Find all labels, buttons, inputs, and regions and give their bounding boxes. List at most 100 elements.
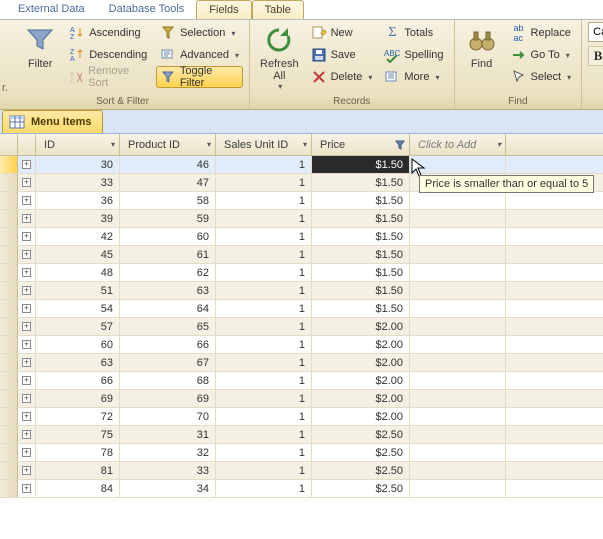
table-row[interactable]: +54641$1.50 — [0, 300, 603, 318]
cell-sales-unit[interactable]: 1 — [216, 462, 312, 479]
cell-product-id[interactable]: 62 — [120, 264, 216, 281]
expand-toggle[interactable]: + — [18, 300, 36, 317]
remove-sort[interactable]: AZ Remove Sort — [65, 66, 152, 88]
save-record[interactable]: Save — [307, 44, 377, 66]
cell-product-id[interactable]: 67 — [120, 354, 216, 371]
replace[interactable]: abacReplace — [507, 22, 576, 44]
cell-id[interactable]: 75 — [36, 426, 120, 443]
cell-price[interactable]: $1.50 — [312, 192, 410, 209]
cell-price[interactable]: $1.50 — [312, 174, 410, 191]
row-selector[interactable] — [0, 408, 18, 425]
expand-toggle[interactable]: + — [18, 390, 36, 407]
row-selector[interactable] — [0, 390, 18, 407]
sort-ascending[interactable]: AZ Ascending — [65, 22, 152, 44]
cell-id[interactable]: 78 — [36, 444, 120, 461]
expand-toggle[interactable]: + — [18, 462, 36, 479]
row-selector[interactable] — [0, 282, 18, 299]
cell-id[interactable]: 36 — [36, 192, 120, 209]
expand-toggle[interactable]: + — [18, 372, 36, 389]
expand-toggle[interactable]: + — [18, 318, 36, 335]
cell-id[interactable]: 30 — [36, 156, 120, 173]
cell-id[interactable]: 72 — [36, 408, 120, 425]
row-selector[interactable] — [0, 354, 18, 371]
toggle-filter[interactable]: Toggle Filter — [156, 66, 243, 88]
table-row[interactable]: +57651$2.00 — [0, 318, 603, 336]
table-row[interactable]: +84341$2.50 — [0, 480, 603, 498]
row-selector[interactable] — [0, 228, 18, 245]
cell-price[interactable]: $2.00 — [312, 318, 410, 335]
col-id[interactable]: ID▾ — [36, 134, 120, 155]
table-row[interactable]: +78321$2.50 — [0, 444, 603, 462]
cell-price[interactable]: $2.50 — [312, 480, 410, 497]
table-row[interactable]: +48621$1.50 — [0, 264, 603, 282]
col-product-id[interactable]: Product ID▾ — [120, 134, 216, 155]
cell-product-id[interactable]: 58 — [120, 192, 216, 209]
expand-toggle[interactable]: + — [18, 408, 36, 425]
cell-add[interactable] — [410, 300, 506, 317]
cell-sales-unit[interactable]: 1 — [216, 282, 312, 299]
cell-add[interactable] — [410, 210, 506, 227]
cell-product-id[interactable]: 68 — [120, 372, 216, 389]
expand-toggle[interactable]: + — [18, 282, 36, 299]
cell-add[interactable] — [410, 372, 506, 389]
cell-id[interactable]: 69 — [36, 390, 120, 407]
selection-button[interactable]: Selection▾ — [156, 22, 243, 44]
cell-add[interactable] — [410, 390, 506, 407]
bold-button[interactable]: B — [588, 46, 603, 66]
expand-toggle[interactable]: + — [18, 246, 36, 263]
cell-add[interactable] — [410, 408, 506, 425]
cell-id[interactable]: 66 — [36, 372, 120, 389]
cell-price[interactable]: $2.00 — [312, 336, 410, 353]
row-selector[interactable] — [0, 300, 18, 317]
cell-price[interactable]: $2.00 — [312, 390, 410, 407]
table-row[interactable]: +42601$1.50 — [0, 228, 603, 246]
table-row[interactable]: +81331$2.50 — [0, 462, 603, 480]
cell-product-id[interactable]: 66 — [120, 336, 216, 353]
cell-product-id[interactable]: 60 — [120, 228, 216, 245]
table-row[interactable]: +36581$1.50 — [0, 192, 603, 210]
cell-product-id[interactable]: 63 — [120, 282, 216, 299]
cell-id[interactable]: 63 — [36, 354, 120, 371]
chevron-down-icon[interactable]: ▾ — [497, 140, 501, 149]
col-sales-unit[interactable]: Sales Unit ID▾ — [216, 134, 312, 155]
cell-sales-unit[interactable]: 1 — [216, 390, 312, 407]
new-record[interactable]: New — [307, 22, 377, 44]
cell-add[interactable] — [410, 336, 506, 353]
cell-product-id[interactable]: 61 — [120, 246, 216, 263]
expand-toggle[interactable]: + — [18, 426, 36, 443]
row-selector[interactable] — [0, 444, 18, 461]
cell-id[interactable]: 39 — [36, 210, 120, 227]
cell-sales-unit[interactable]: 1 — [216, 372, 312, 389]
cell-price[interactable]: $2.00 — [312, 408, 410, 425]
table-row[interactable]: +72701$2.00 — [0, 408, 603, 426]
table-row[interactable]: +39591$1.50 — [0, 210, 603, 228]
totals[interactable]: ΣTotals — [380, 22, 447, 44]
row-selector[interactable] — [0, 174, 18, 191]
cell-price[interactable]: $1.50 — [312, 228, 410, 245]
cell-id[interactable]: 81 — [36, 462, 120, 479]
select-all-corner[interactable] — [0, 134, 18, 155]
cell-price[interactable]: $2.50 — [312, 426, 410, 443]
table-row[interactable]: +75311$2.50 — [0, 426, 603, 444]
more[interactable]: More▾ — [380, 66, 447, 88]
delete-record[interactable]: Delete▾ — [307, 66, 377, 88]
table-row[interactable]: +63671$2.00 — [0, 354, 603, 372]
cell-id[interactable]: 42 — [36, 228, 120, 245]
filter-button[interactable]: Filter — [19, 22, 61, 96]
cell-add[interactable] — [410, 282, 506, 299]
cell-add[interactable] — [410, 462, 506, 479]
col-price[interactable]: Price — [312, 134, 410, 155]
filter-applied-icon[interactable] — [395, 140, 405, 150]
cell-price[interactable]: $2.00 — [312, 372, 410, 389]
expand-toggle[interactable]: + — [18, 336, 36, 353]
tab-external-data[interactable]: External Data — [6, 0, 97, 19]
cell-id[interactable]: 48 — [36, 264, 120, 281]
cell-sales-unit[interactable]: 1 — [216, 174, 312, 191]
cell-product-id[interactable]: 47 — [120, 174, 216, 191]
cell-price[interactable]: $1.50 — [312, 210, 410, 227]
cell-sales-unit[interactable]: 1 — [216, 318, 312, 335]
row-selector[interactable] — [0, 156, 18, 173]
cell-id[interactable]: 33 — [36, 174, 120, 191]
cell-add[interactable] — [410, 246, 506, 263]
datasheet-tab[interactable]: Menu Items — [2, 110, 103, 133]
